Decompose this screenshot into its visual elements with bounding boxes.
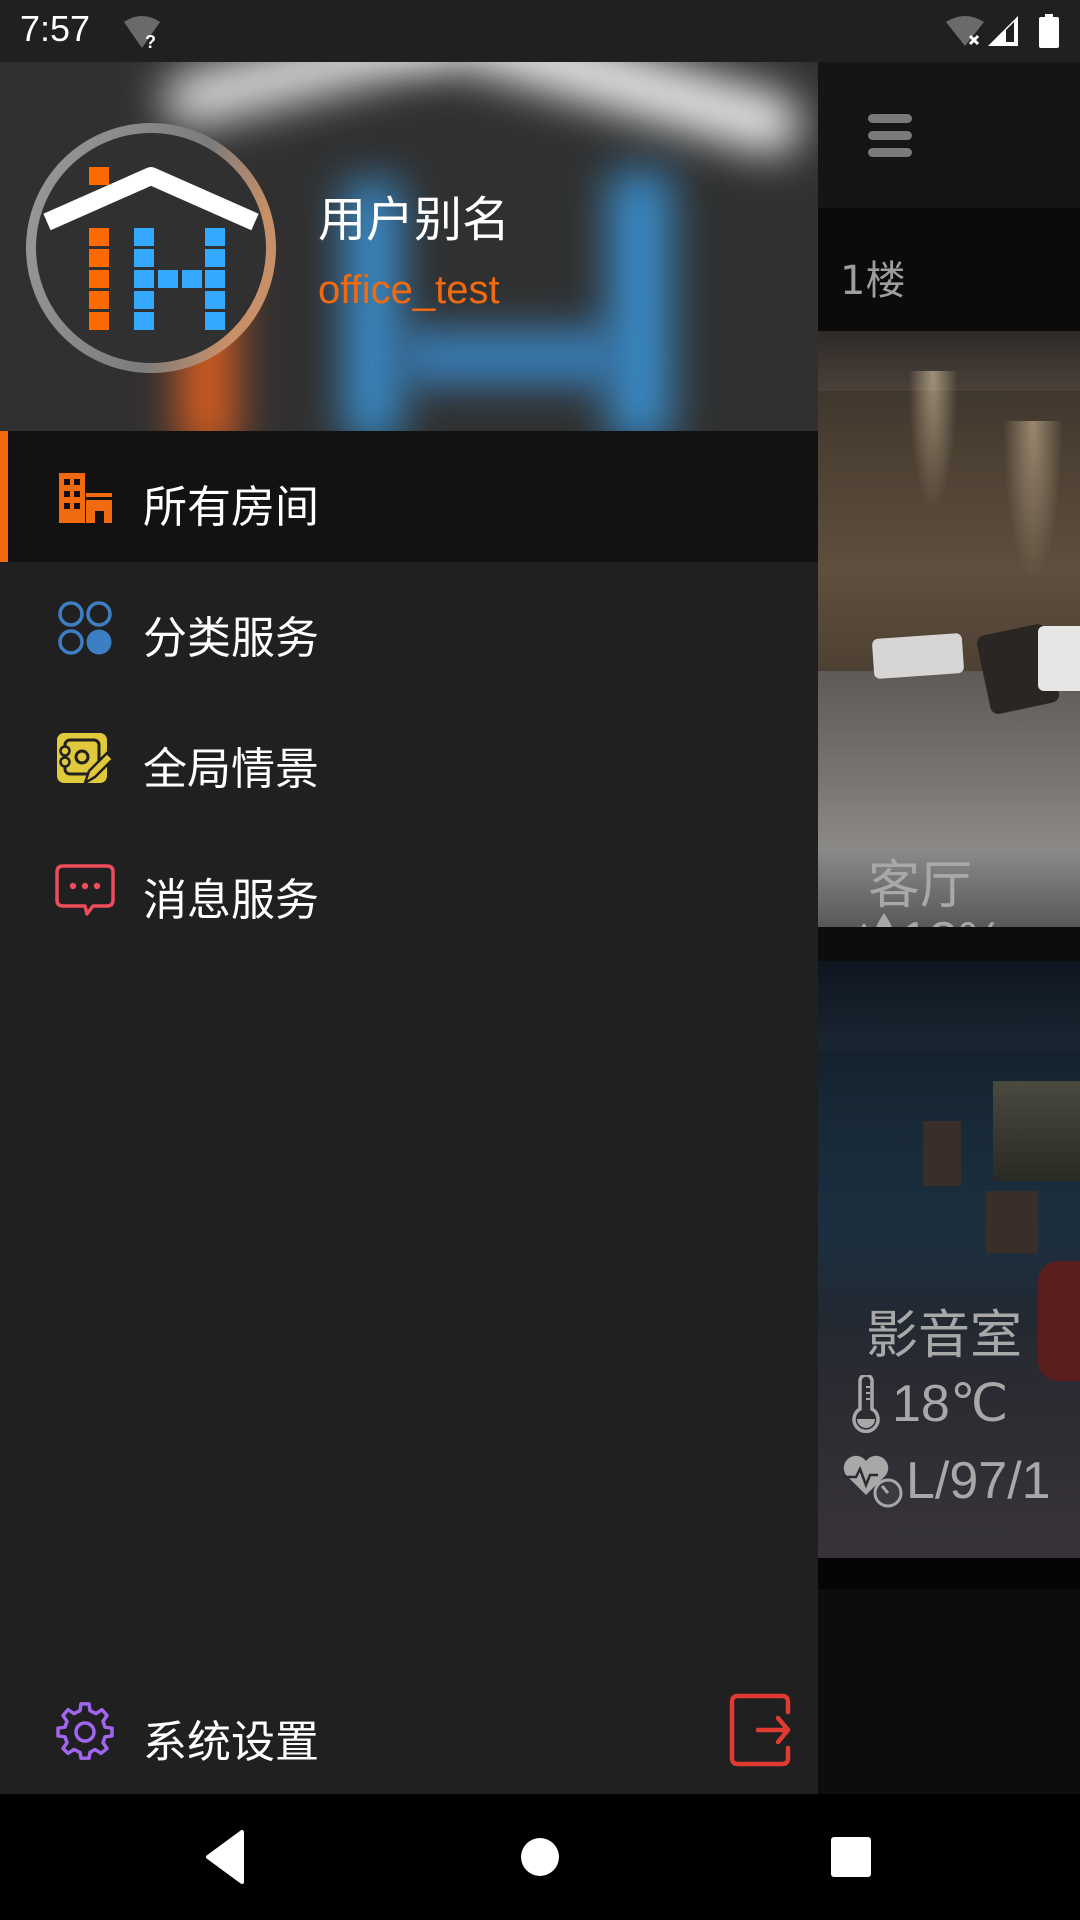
- home-icon[interactable]: [507, 1824, 573, 1890]
- wifi-unknown-icon: ?: [124, 16, 160, 50]
- recents-icon[interactable]: [818, 1824, 884, 1890]
- scene-notebook-icon: [57, 733, 115, 786]
- building-icon: [59, 473, 112, 523]
- system-settings-label: 系统设置: [143, 1717, 319, 1768]
- menu-item-all-rooms[interactable]: 所有房间: [0, 431, 818, 562]
- category-circles-icon: [58, 601, 112, 655]
- menu-item-category-services[interactable]: 分类服务: [0, 562, 818, 693]
- message-icon: [55, 864, 115, 916]
- svg-text:?: ?: [145, 32, 156, 50]
- system-nav-bar: [0, 1794, 1080, 1920]
- menu-label: 分类服务: [143, 613, 319, 664]
- system-settings-button[interactable]: 系统设置: [0, 1680, 500, 1780]
- logout-icon[interactable]: [726, 1692, 796, 1770]
- drawer-header: 用户别名 office_test: [0, 62, 818, 431]
- menu-label: 全局情景: [143, 744, 319, 795]
- header-bg-blue: [610, 172, 670, 431]
- cell-signal-icon: [988, 16, 1018, 46]
- drawer-menu: 所有房间 分类服务 全局情景 消息服务: [0, 431, 818, 955]
- menu-label: 消息服务: [143, 875, 319, 926]
- drawer-footer: 系统设置: [0, 1680, 818, 1780]
- drawer-scrim[interactable]: [818, 62, 1080, 1794]
- wifi-off-icon: [946, 16, 984, 46]
- user-account: office_test: [318, 268, 500, 312]
- menu-item-global-scenes[interactable]: 全局情景: [0, 693, 818, 824]
- user-alias: 用户别名: [318, 192, 511, 248]
- header-bg-blue: [400, 332, 620, 382]
- gear-icon: [56, 1702, 114, 1760]
- status-time: 7:57: [20, 8, 91, 49]
- app-logo-avatar[interactable]: [25, 122, 277, 374]
- back-icon[interactable]: [192, 1824, 258, 1890]
- menu-label: 所有房间: [143, 482, 319, 533]
- menu-item-message-services[interactable]: 消息服务: [0, 824, 818, 955]
- status-bar: 7:57 ?: [0, 0, 1080, 62]
- navigation-drawer: 用户别名 office_test 所有房间 分类服务 全局情景 消息服务 系统设…: [0, 62, 818, 1794]
- battery-full-icon: [1039, 14, 1059, 48]
